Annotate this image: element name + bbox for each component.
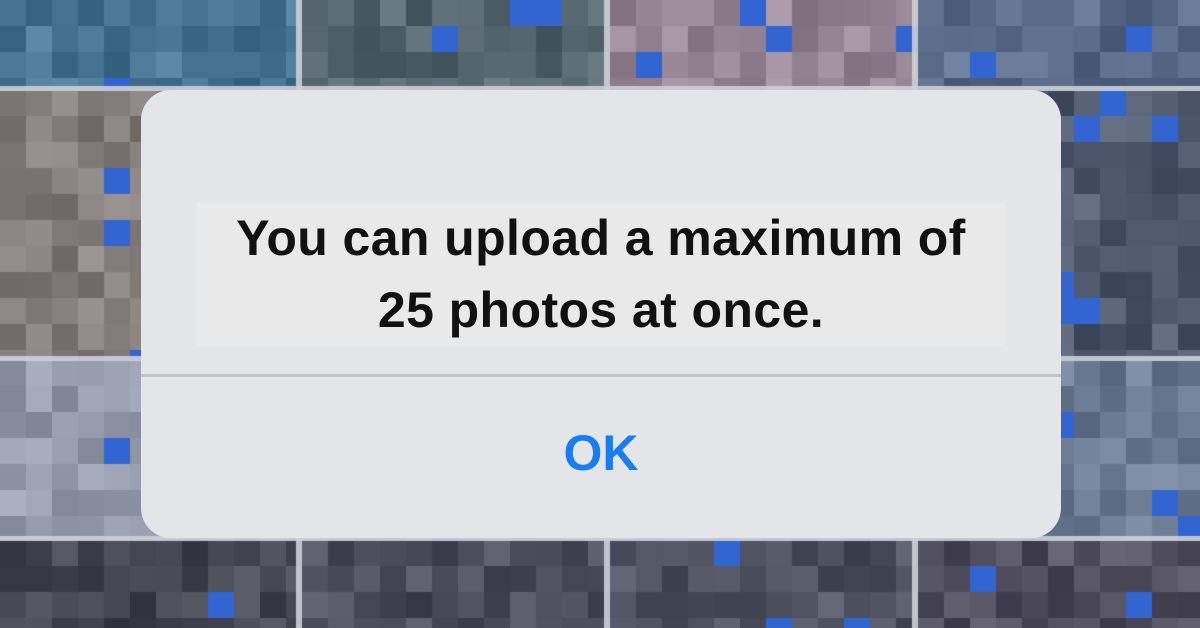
upload-limit-alert: You can upload a maximum of 25 photos at… [141, 90, 1061, 538]
ok-button[interactable]: OK [141, 377, 1061, 538]
alert-message: You can upload a maximum of 25 photos at… [141, 202, 1061, 346]
